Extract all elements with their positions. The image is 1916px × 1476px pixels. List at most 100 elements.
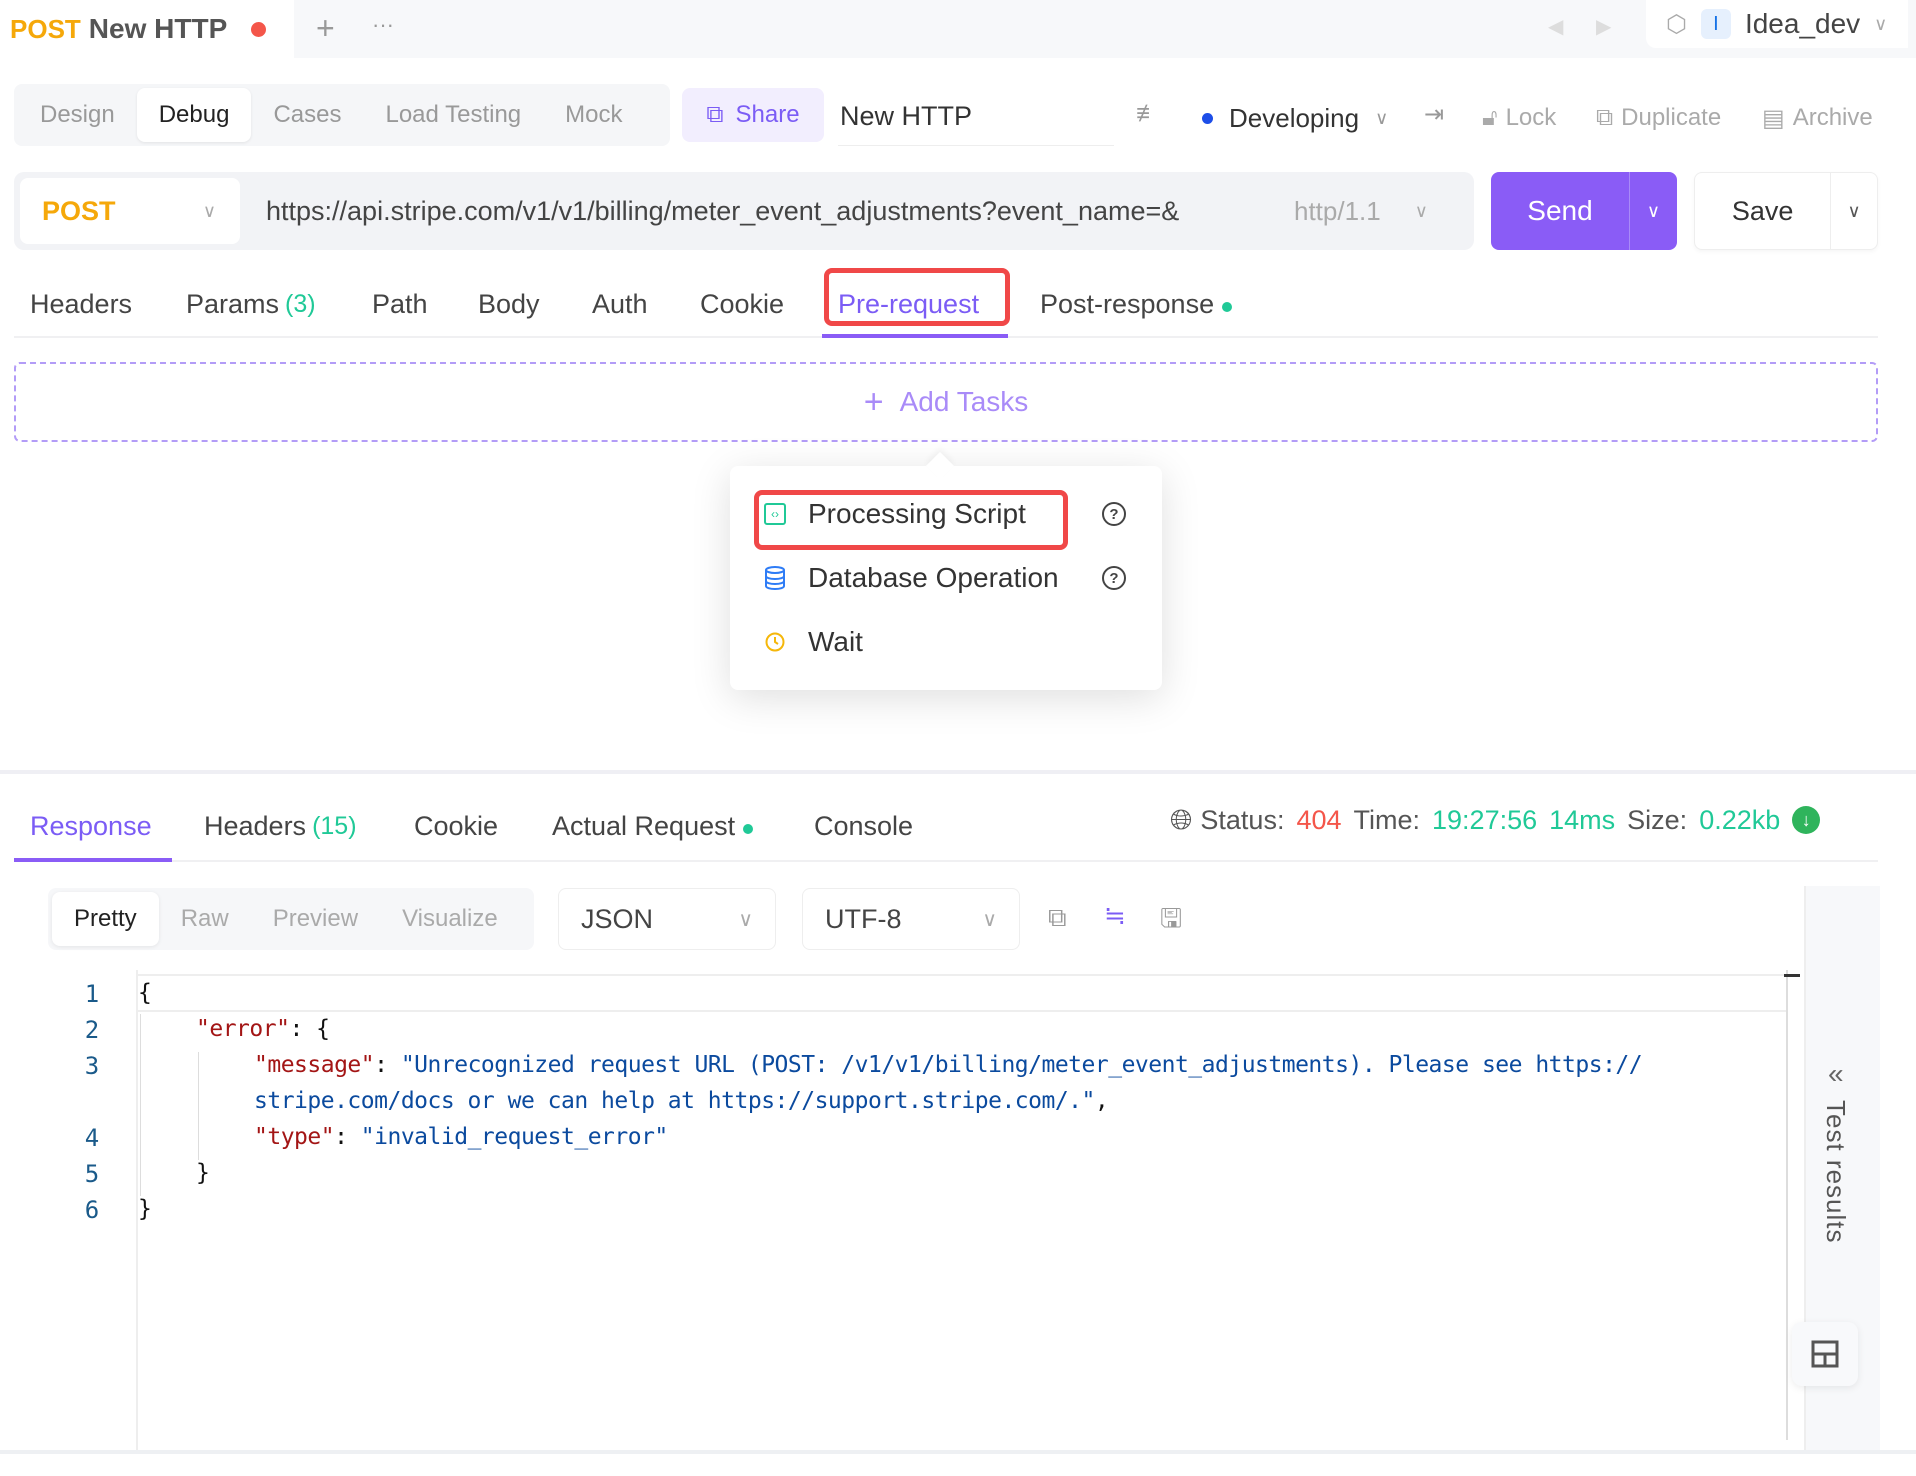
response-editor[interactable]: 1 2 3 4 5 6 { "error": { "message": "Unr… — [48, 970, 1788, 1450]
popover-arrow — [925, 451, 955, 481]
menu-item-label: Database Operation — [808, 562, 1059, 593]
response-time: 19:27:56 — [1432, 804, 1538, 835]
format-tabs: Pretty Raw Preview Visualize — [48, 888, 534, 950]
forward-arrow-icon[interactable]: ▶ — [1596, 14, 1611, 39]
highlight-box-processing-script — [754, 490, 1068, 550]
more-icon[interactable]: ··· — [372, 12, 394, 38]
scrollbar-thumb[interactable] — [1784, 974, 1800, 977]
archive-button[interactable]: ▤ Archive — [1762, 96, 1873, 140]
share-button[interactable]: ⧉ Share — [682, 88, 824, 142]
collapse-panel-icon[interactable]: ⇥ — [1424, 100, 1444, 129]
edit-description-icon[interactable]: ≢ — [1136, 100, 1160, 128]
save-button-group: Save ∨ — [1694, 172, 1878, 250]
duplicate-label: Duplicate — [1621, 104, 1722, 131]
tab-post-response[interactable]: Post-response — [1040, 270, 1233, 338]
save-options-chevron-icon[interactable]: ∨ — [1831, 201, 1877, 222]
tab-title: New HTTP — [88, 13, 228, 44]
tab-auth[interactable]: Auth — [592, 270, 648, 338]
protocol-value: http/1.1 — [1294, 195, 1381, 226]
protocol-select[interactable]: http/1.1 ∨ — [1294, 172, 1428, 250]
format-visualize[interactable]: Visualize — [380, 892, 520, 946]
plus-icon: + — [863, 382, 884, 421]
tab-new-http[interactable]: POST New HTTP — [0, 0, 294, 58]
encoding-select[interactable]: UTF-8 ∨ — [802, 888, 1020, 950]
mode-load-testing[interactable]: Load Testing — [363, 88, 543, 142]
tab-cookie[interactable]: Cookie — [700, 270, 784, 338]
tab-actual-request[interactable]: Actual Request — [552, 792, 754, 860]
save-response-icon[interactable]: 🖫︎ — [1160, 900, 1182, 944]
url-bar: POST ∨ https://api.stripe.com/v1/v1/bill… — [14, 172, 1474, 250]
lock-button[interactable]: 🔓︎ Lock — [1482, 96, 1556, 140]
api-name-input[interactable]: New HTTP — [838, 88, 1114, 146]
send-options-chevron-icon[interactable]: ∨ — [1630, 201, 1677, 222]
status-select-value: Developing — [1229, 102, 1360, 133]
layout-toggle-button[interactable] — [1792, 1322, 1858, 1386]
archive-label: Archive — [1792, 104, 1873, 131]
headers-count: (15) — [312, 811, 357, 840]
menu-item-wait[interactable]: Wait — [764, 614, 863, 670]
tab-body[interactable]: Body — [478, 270, 540, 338]
json-punct: : { — [289, 1016, 330, 1042]
add-tasks-button[interactable]: + Add Tasks — [14, 362, 1878, 442]
editor-scrollbar[interactable] — [1786, 970, 1788, 1440]
menu-item-database-operation[interactable]: Database Operation — [764, 550, 1059, 606]
code-line: } — [138, 1196, 152, 1222]
method-select[interactable]: POST ∨ — [20, 178, 240, 244]
tab-params[interactable]: Params (3) — [186, 270, 316, 338]
chevron-down-icon: ∨ — [1874, 13, 1888, 34]
format-raw[interactable]: Raw — [159, 892, 251, 946]
tab-console[interactable]: Console — [814, 792, 913, 860]
format-select[interactable]: JSON ∨ — [558, 888, 776, 950]
json-punct: : — [374, 1052, 401, 1078]
chevron-down-icon: ∨ — [202, 200, 216, 221]
panel-splitter[interactable] — [0, 770, 1916, 774]
download-icon[interactable]: ↓ — [1792, 806, 1821, 834]
save-button[interactable]: Save — [1695, 196, 1830, 227]
wrap-lines-icon[interactable]: ≒ — [1104, 900, 1126, 931]
tab-response-cookie[interactable]: Cookie — [414, 792, 498, 860]
status-dot — [1202, 112, 1213, 124]
status-code: 404 — [1296, 804, 1342, 835]
mode-design[interactable]: Design — [18, 88, 137, 142]
add-tab-icon[interactable]: + — [316, 10, 335, 47]
tab-response-headers[interactable]: Headers (15) — [204, 792, 357, 860]
chevron-down-icon: ∨ — [1414, 200, 1428, 221]
method-value: POST — [42, 195, 116, 226]
workspace-selector[interactable]: ⬡ I Idea_dev ∨ — [1646, 0, 1908, 48]
url-input[interactable]: https://api.stripe.com/v1/v1/billing/met… — [266, 172, 1179, 250]
tab-response[interactable]: Response — [30, 792, 152, 860]
send-button-group: Send ∨ — [1491, 172, 1677, 250]
json-key: "type" — [254, 1124, 335, 1150]
response-status: 🌐︎ Status: 404 Time: 19:27:56 14ms Size:… — [1170, 792, 1821, 848]
archive-icon: ▤ — [1762, 104, 1785, 132]
globe-icon: 🌐︎ — [1170, 803, 1193, 835]
test-results-label[interactable]: Test results — [1820, 1100, 1851, 1244]
back-arrow-icon[interactable]: ◀ — [1548, 14, 1563, 39]
tab-label: Auth — [592, 288, 648, 319]
tab-label: Params — [186, 288, 280, 319]
copy-icon[interactable]: ⧉ — [1048, 902, 1067, 934]
help-icon[interactable]: ? — [1102, 502, 1126, 526]
mode-cases[interactable]: Cases — [251, 88, 363, 142]
layout-icon — [1811, 1340, 1839, 1368]
duplicate-button[interactable]: ⧉ Duplicate — [1596, 96, 1721, 140]
tab-label: Cookie — [414, 810, 499, 841]
current-line-highlight — [138, 974, 1788, 1012]
code-line: "type": "invalid_request_error" — [254, 1124, 668, 1150]
send-button[interactable]: Send — [1491, 195, 1629, 227]
tab-headers[interactable]: Headers — [30, 270, 132, 338]
encoding-select-value: UTF-8 — [825, 903, 902, 934]
mode-debug[interactable]: Debug — [136, 88, 252, 142]
line-number: 4 — [84, 1124, 100, 1152]
lock-label: Lock — [1505, 104, 1557, 131]
code-line: } — [196, 1160, 210, 1186]
tab-path[interactable]: Path — [372, 270, 428, 338]
help-icon[interactable]: ? — [1102, 566, 1126, 590]
format-pretty[interactable]: Pretty — [52, 892, 159, 946]
settings-hex-icon[interactable]: ⬡ — [1666, 10, 1687, 39]
expand-double-chevron-icon[interactable]: « — [1828, 1058, 1844, 1090]
format-preview[interactable]: Preview — [251, 892, 380, 946]
active-indicator-dot — [1222, 302, 1233, 312]
status-select[interactable]: Developing ∨ — [1202, 96, 1388, 140]
mode-mock[interactable]: Mock — [543, 88, 644, 142]
